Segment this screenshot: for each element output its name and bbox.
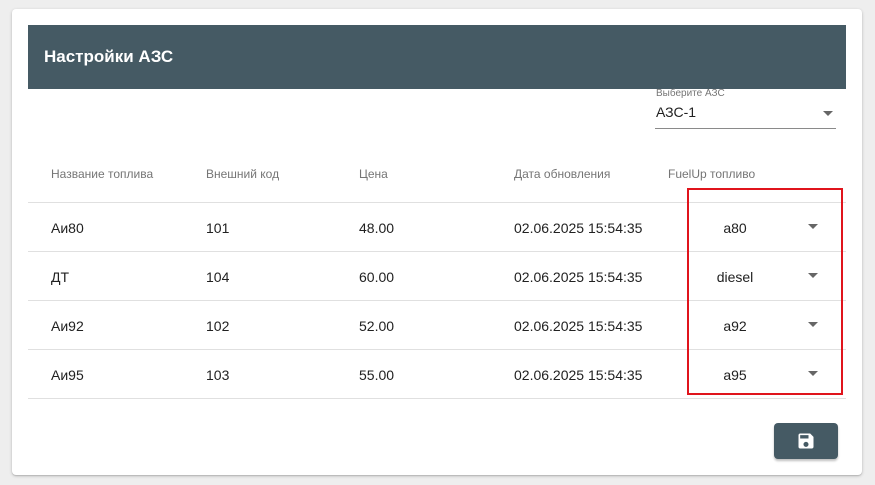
- column-header-fuelup: FuelUp топливо: [668, 167, 756, 181]
- column-header-external-code: Внешний код: [206, 167, 280, 181]
- updated-cell: 02.06.2025 15:54:35: [514, 367, 643, 383]
- floppy-disk-icon: [798, 433, 814, 449]
- updated-cell: 02.06.2025 15:54:35: [514, 318, 643, 334]
- fuelup-select-value: a92: [723, 318, 747, 334]
- external-code-cell: 104: [206, 269, 230, 285]
- fuel-name-cell: Аи92: [51, 318, 84, 334]
- column-header-price: Цена: [359, 167, 388, 181]
- fuel-name-cell: Аи95: [51, 367, 84, 383]
- fuel-name-cell: ДТ: [51, 269, 70, 285]
- fuel-name-cell: Аи80: [51, 220, 84, 236]
- page-title: Настройки АЗС: [44, 47, 174, 66]
- table-row: ДТ 104 60.00 02.06.2025 15:54:35 diesel: [28, 252, 846, 301]
- fuelup-select-value: a80: [723, 220, 747, 236]
- save-button[interactable]: [774, 423, 838, 459]
- fuelup-select[interactable]: a95: [700, 350, 835, 398]
- station-select-label: Выберите АЗС: [656, 88, 725, 99]
- external-code-cell: 101: [206, 220, 230, 236]
- column-header-fuel-name: Название топлива: [51, 167, 154, 181]
- column-header-updated: Дата обновления: [514, 167, 611, 181]
- external-code-cell: 102: [206, 318, 230, 334]
- table-row: Аи92 102 52.00 02.06.2025 15:54:35 a92: [28, 301, 846, 350]
- fuelup-select[interactable]: diesel: [700, 252, 835, 300]
- station-select[interactable]: Выберите АЗС АЗС-1: [655, 88, 836, 129]
- caret-down-icon: [823, 111, 833, 116]
- table-row: Аи80 101 48.00 02.06.2025 15:54:35 a80: [28, 203, 846, 252]
- table-row: Аи95 103 55.00 02.06.2025 15:54:35 a95: [28, 350, 846, 399]
- price-cell: 52.00: [359, 318, 395, 334]
- page-header: Настройки АЗС: [28, 25, 846, 89]
- external-code-cell: 103: [206, 367, 230, 383]
- updated-cell: 02.06.2025 15:54:35: [514, 220, 643, 236]
- price-cell: 48.00: [359, 220, 395, 236]
- station-select-value: АЗС-1: [656, 104, 697, 120]
- table-header: Название топлива Внешний код Цена Дата о…: [28, 149, 846, 203]
- fuelup-select-value: a95: [723, 367, 747, 383]
- fuelup-select[interactable]: a80: [700, 203, 835, 251]
- caret-down-icon: [808, 371, 818, 376]
- price-cell: 60.00: [359, 269, 395, 285]
- caret-down-icon: [808, 322, 818, 327]
- fuel-table: Название топлива Внешний код Цена Дата о…: [28, 149, 846, 399]
- updated-cell: 02.06.2025 15:54:35: [514, 269, 643, 285]
- caret-down-icon: [808, 224, 818, 229]
- fuelup-select-value: diesel: [716, 269, 754, 285]
- settings-card: Настройки АЗС Выберите АЗС АЗС-1 Названи…: [12, 9, 862, 475]
- fuelup-select[interactable]: a92: [700, 301, 835, 349]
- price-cell: 55.00: [359, 367, 395, 383]
- caret-down-icon: [808, 273, 818, 278]
